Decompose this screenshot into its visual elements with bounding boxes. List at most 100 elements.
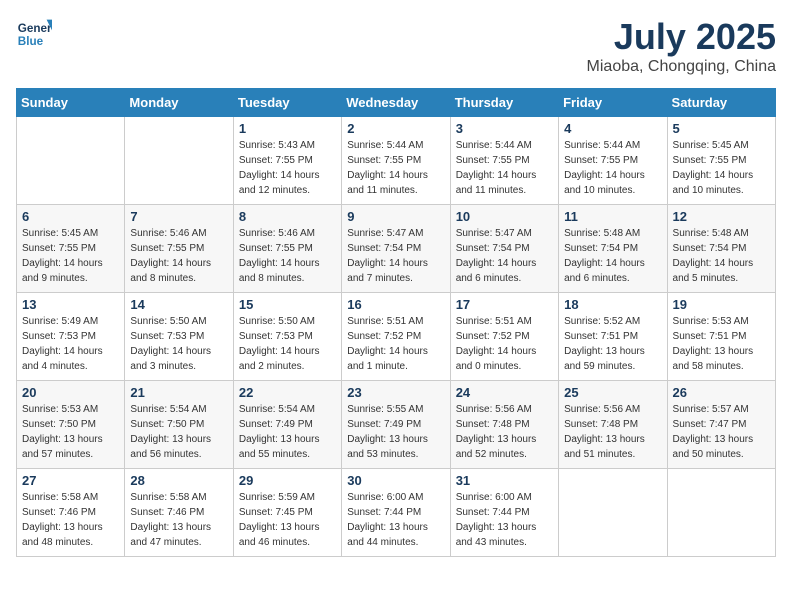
- day-detail: Sunrise: 5:50 AMSunset: 7:53 PMDaylight:…: [239, 314, 336, 374]
- day-number: 9: [347, 209, 444, 224]
- day-number: 5: [673, 121, 770, 136]
- day-detail: Sunrise: 5:44 AMSunset: 7:55 PMDaylight:…: [564, 138, 661, 198]
- calendar-cell: 13 Sunrise: 5:49 AMSunset: 7:53 PMDayligh…: [17, 293, 125, 381]
- calendar-week-row: 1Sunrise: 5:43 AMSunset: 7:55 PMDaylight…: [17, 117, 776, 205]
- day-number: 26: [673, 385, 770, 400]
- weekday-header-row: SundayMondayTuesdayWednesdayThursdayFrid…: [17, 89, 776, 117]
- calendar-cell: 8 Sunrise: 5:46 AMSunset: 7:55 PMDaylight…: [233, 205, 341, 293]
- day-detail: Sunrise: 5:43 AMSunset: 7:55 PMDaylight:…: [239, 138, 336, 198]
- calendar-cell: 21 Sunrise: 5:54 AMSunset: 7:50 PMDayligh…: [125, 381, 233, 469]
- day-detail: Sunrise: 5:51 AMSunset: 7:52 PMDaylight:…: [456, 314, 553, 374]
- svg-text:Blue: Blue: [18, 35, 44, 48]
- calendar-cell: [559, 469, 667, 557]
- calendar-cell: 12 Sunrise: 5:48 AMSunset: 7:54 PMDayligh…: [667, 205, 775, 293]
- calendar-cell: 10Sunrise: 5:47 AMSunset: 7:54 PMDayligh…: [450, 205, 558, 293]
- day-detail: Sunrise: 5:44 AMSunset: 7:55 PMDaylight:…: [456, 138, 553, 198]
- day-number: 31: [456, 473, 553, 488]
- day-number: 12: [673, 209, 770, 224]
- day-detail: Sunrise: 5:44 AMSunset: 7:55 PMDaylight:…: [347, 138, 444, 198]
- calendar-cell: [125, 117, 233, 205]
- day-detail: Sunrise: 5:55 AMSunset: 7:49 PMDaylight:…: [347, 402, 444, 462]
- logo: General Blue General Blue: [16, 16, 56, 52]
- weekday-header-monday: Monday: [125, 89, 233, 117]
- day-detail: Sunrise: 5:56 AMSunset: 7:48 PMDaylight:…: [456, 402, 553, 462]
- day-detail: Sunrise: 5:47 AMSunset: 7:54 PMDaylight:…: [456, 226, 553, 286]
- calendar-cell: 6 Sunrise: 5:45 AMSunset: 7:55 PMDaylight…: [17, 205, 125, 293]
- calendar-cell: [667, 469, 775, 557]
- day-detail: Sunrise: 5:51 AMSunset: 7:52 PMDaylight:…: [347, 314, 444, 374]
- calendar-cell: 29 Sunrise: 5:59 AMSunset: 7:45 PMDayligh…: [233, 469, 341, 557]
- calendar-cell: 19 Sunrise: 5:53 AMSunset: 7:51 PMDayligh…: [667, 293, 775, 381]
- calendar-cell: 20Sunrise: 5:53 AMSunset: 7:50 PMDayligh…: [17, 381, 125, 469]
- calendar-cell: 30 Sunrise: 6:00 AMSunset: 7:44 PMDayligh…: [342, 469, 450, 557]
- day-number: 19: [673, 297, 770, 312]
- day-number: 29: [239, 473, 336, 488]
- calendar-cell: 14Sunrise: 5:50 AMSunset: 7:53 PMDayligh…: [125, 293, 233, 381]
- title-block: July 2025 Miaoba, Chongqing, China: [587, 16, 776, 76]
- calendar-cell: 11 Sunrise: 5:48 AMSunset: 7:54 PMDayligh…: [559, 205, 667, 293]
- day-detail: Sunrise: 5:58 AMSunset: 7:46 PMDaylight:…: [22, 490, 119, 550]
- calendar-week-row: 27 Sunrise: 5:58 AMSunset: 7:46 PMDayligh…: [17, 469, 776, 557]
- day-number: 24: [456, 385, 553, 400]
- day-detail: Sunrise: 5:47 AMSunset: 7:54 PMDaylight:…: [347, 226, 444, 286]
- day-detail: Sunrise: 5:46 AMSunset: 7:55 PMDaylight:…: [130, 226, 227, 286]
- calendar-cell: 5 Sunrise: 5:45 AMSunset: 7:55 PMDaylight…: [667, 117, 775, 205]
- day-number: 4: [564, 121, 661, 136]
- day-number: 14: [130, 297, 227, 312]
- weekday-header-tuesday: Tuesday: [233, 89, 341, 117]
- day-number: 23: [347, 385, 444, 400]
- month-title: July 2025: [587, 16, 776, 58]
- day-number: 27: [22, 473, 119, 488]
- day-detail: Sunrise: 5:49 AMSunset: 7:53 PMDaylight:…: [22, 314, 119, 374]
- day-detail: Sunrise: 5:54 AMSunset: 7:50 PMDaylight:…: [130, 402, 227, 462]
- day-detail: Sunrise: 5:52 AMSunset: 7:51 PMDaylight:…: [564, 314, 661, 374]
- weekday-header-wednesday: Wednesday: [342, 89, 450, 117]
- day-detail: Sunrise: 5:48 AMSunset: 7:54 PMDaylight:…: [673, 226, 770, 286]
- calendar-cell: 7Sunrise: 5:46 AMSunset: 7:55 PMDaylight…: [125, 205, 233, 293]
- day-number: 28: [130, 473, 227, 488]
- day-detail: Sunrise: 6:00 AMSunset: 7:44 PMDaylight:…: [456, 490, 553, 550]
- day-detail: Sunrise: 5:56 AMSunset: 7:48 PMDaylight:…: [564, 402, 661, 462]
- weekday-header-saturday: Saturday: [667, 89, 775, 117]
- day-detail: Sunrise: 5:58 AMSunset: 7:46 PMDaylight:…: [130, 490, 227, 550]
- calendar-cell: 18Sunrise: 5:52 AMSunset: 7:51 PMDayligh…: [559, 293, 667, 381]
- day-number: 20: [22, 385, 119, 400]
- weekday-header-friday: Friday: [559, 89, 667, 117]
- calendar-cell: 4 Sunrise: 5:44 AMSunset: 7:55 PMDaylight…: [559, 117, 667, 205]
- day-detail: Sunrise: 5:48 AMSunset: 7:54 PMDaylight:…: [564, 226, 661, 286]
- day-detail: Sunrise: 5:59 AMSunset: 7:45 PMDaylight:…: [239, 490, 336, 550]
- day-number: 2: [347, 121, 444, 136]
- calendar-cell: 9 Sunrise: 5:47 AMSunset: 7:54 PMDaylight…: [342, 205, 450, 293]
- day-number: 3: [456, 121, 553, 136]
- day-number: 15: [239, 297, 336, 312]
- logo-icon: General Blue: [16, 16, 52, 52]
- calendar-cell: 24 Sunrise: 5:56 AMSunset: 7:48 PMDayligh…: [450, 381, 558, 469]
- day-number: 13: [22, 297, 119, 312]
- day-detail: Sunrise: 5:45 AMSunset: 7:55 PMDaylight:…: [22, 226, 119, 286]
- day-detail: Sunrise: 5:53 AMSunset: 7:51 PMDaylight:…: [673, 314, 770, 374]
- svg-text:General: General: [18, 22, 52, 35]
- day-detail: Sunrise: 5:46 AMSunset: 7:55 PMDaylight:…: [239, 226, 336, 286]
- day-number: 21: [130, 385, 227, 400]
- calendar-cell: [17, 117, 125, 205]
- calendar-cell: 3 Sunrise: 5:44 AMSunset: 7:55 PMDaylight…: [450, 117, 558, 205]
- day-number: 8: [239, 209, 336, 224]
- day-detail: Sunrise: 6:00 AMSunset: 7:44 PMDaylight:…: [347, 490, 444, 550]
- calendar-cell: 16Sunrise: 5:51 AMSunset: 7:52 PMDayligh…: [342, 293, 450, 381]
- calendar-cell: 23 Sunrise: 5:55 AMSunset: 7:49 PMDayligh…: [342, 381, 450, 469]
- calendar-cell: 17Sunrise: 5:51 AMSunset: 7:52 PMDayligh…: [450, 293, 558, 381]
- calendar-week-row: 6 Sunrise: 5:45 AMSunset: 7:55 PMDaylight…: [17, 205, 776, 293]
- day-detail: Sunrise: 5:45 AMSunset: 7:55 PMDaylight:…: [673, 138, 770, 198]
- page-header: General Blue General Blue July 2025 Miao…: [16, 16, 776, 76]
- location-title: Miaoba, Chongqing, China: [587, 58, 776, 76]
- day-detail: Sunrise: 5:57 AMSunset: 7:47 PMDaylight:…: [673, 402, 770, 462]
- calendar-cell: 31 Sunrise: 6:00 AMSunset: 7:44 PMDayligh…: [450, 469, 558, 557]
- day-number: 6: [22, 209, 119, 224]
- calendar-cell: 15 Sunrise: 5:50 AMSunset: 7:53 PMDayligh…: [233, 293, 341, 381]
- day-number: 22: [239, 385, 336, 400]
- day-number: 11: [564, 209, 661, 224]
- day-number: 30: [347, 473, 444, 488]
- day-number: 25: [564, 385, 661, 400]
- calendar-cell: 28 Sunrise: 5:58 AMSunset: 7:46 PMDayligh…: [125, 469, 233, 557]
- weekday-header-sunday: Sunday: [17, 89, 125, 117]
